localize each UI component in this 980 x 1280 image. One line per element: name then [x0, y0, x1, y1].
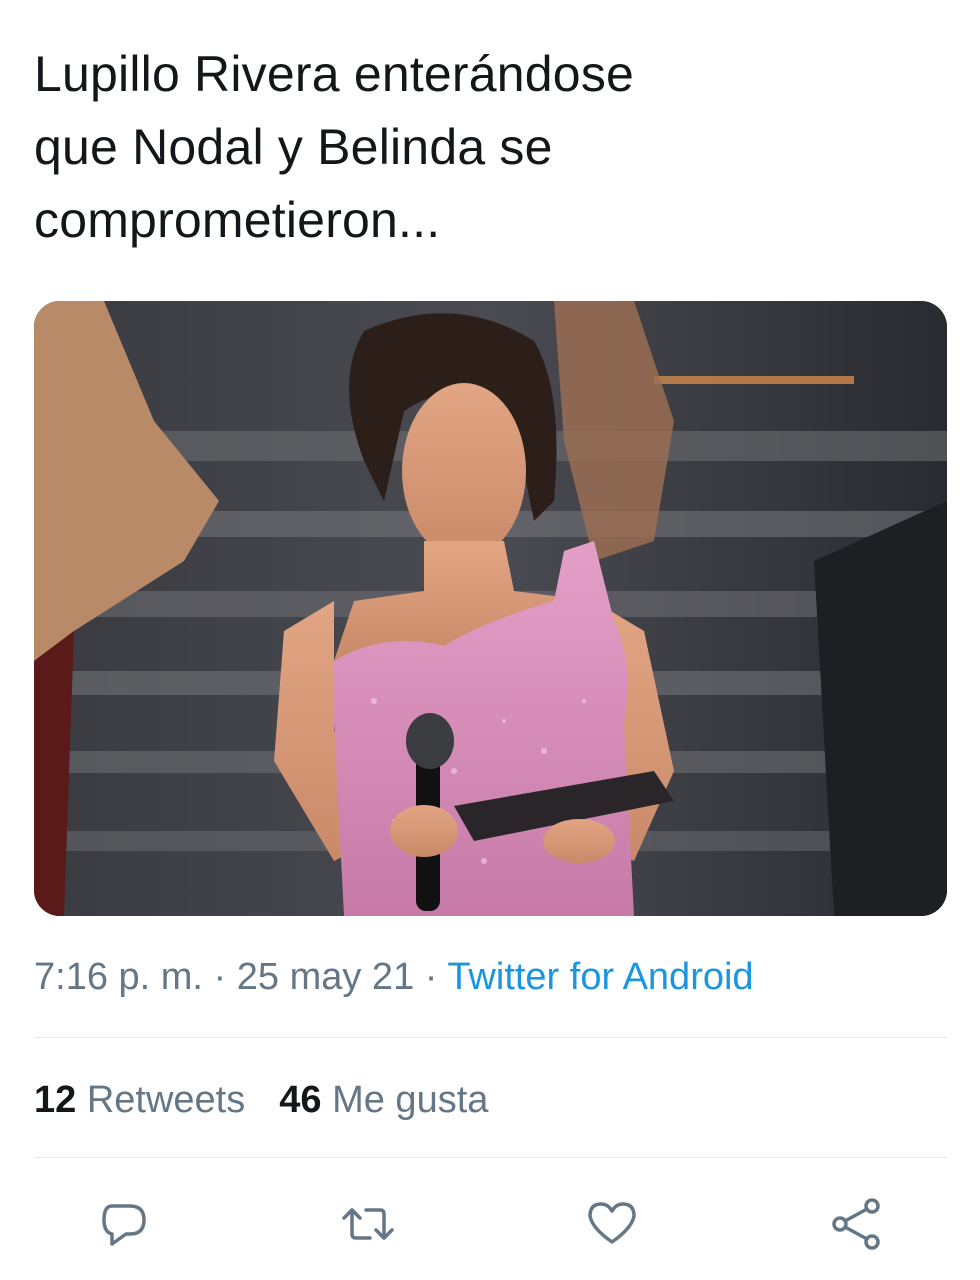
likes-label: Me gusta [321, 1079, 489, 1121]
tweet-source-link[interactable]: Twitter for Android [447, 956, 753, 998]
retweet-icon [342, 1208, 394, 1240]
retweets-count: 12 [34, 1079, 77, 1121]
tweet-text: Lupillo Rivera enterándose que Nodal y B… [34, 46, 635, 248]
tweet-media-image[interactable] [34, 301, 947, 916]
reply-icon [102, 1204, 146, 1246]
meta-separator: · [202, 956, 237, 998]
meta-separator: · [414, 956, 448, 998]
tweet-time[interactable]: 7:16 p. m. [34, 956, 203, 998]
tweet-date[interactable]: 25 may 21 [237, 956, 414, 998]
divider [34, 1037, 947, 1038]
tweet-meta: 7:16 p. m. · 25 may 21 · Twitter for And… [34, 953, 754, 1001]
tweet-stats: 12 Retweets 46 Me gusta [34, 1076, 488, 1124]
like-button[interactable] [584, 1196, 640, 1252]
likes-count: 46 [279, 1079, 322, 1121]
tweet-actions [0, 1196, 980, 1256]
divider [34, 1157, 947, 1158]
media-photo [34, 301, 947, 916]
share-button[interactable] [828, 1196, 884, 1252]
retweets-stat[interactable]: 12 Retweets [34, 1079, 245, 1121]
likes-stat[interactable]: 46 Me gusta [279, 1079, 488, 1121]
share-icon [832, 1198, 880, 1250]
retweets-label: Retweets [76, 1079, 246, 1121]
retweet-button[interactable] [340, 1196, 396, 1252]
heart-icon [588, 1202, 636, 1244]
reply-button[interactable] [96, 1196, 152, 1252]
